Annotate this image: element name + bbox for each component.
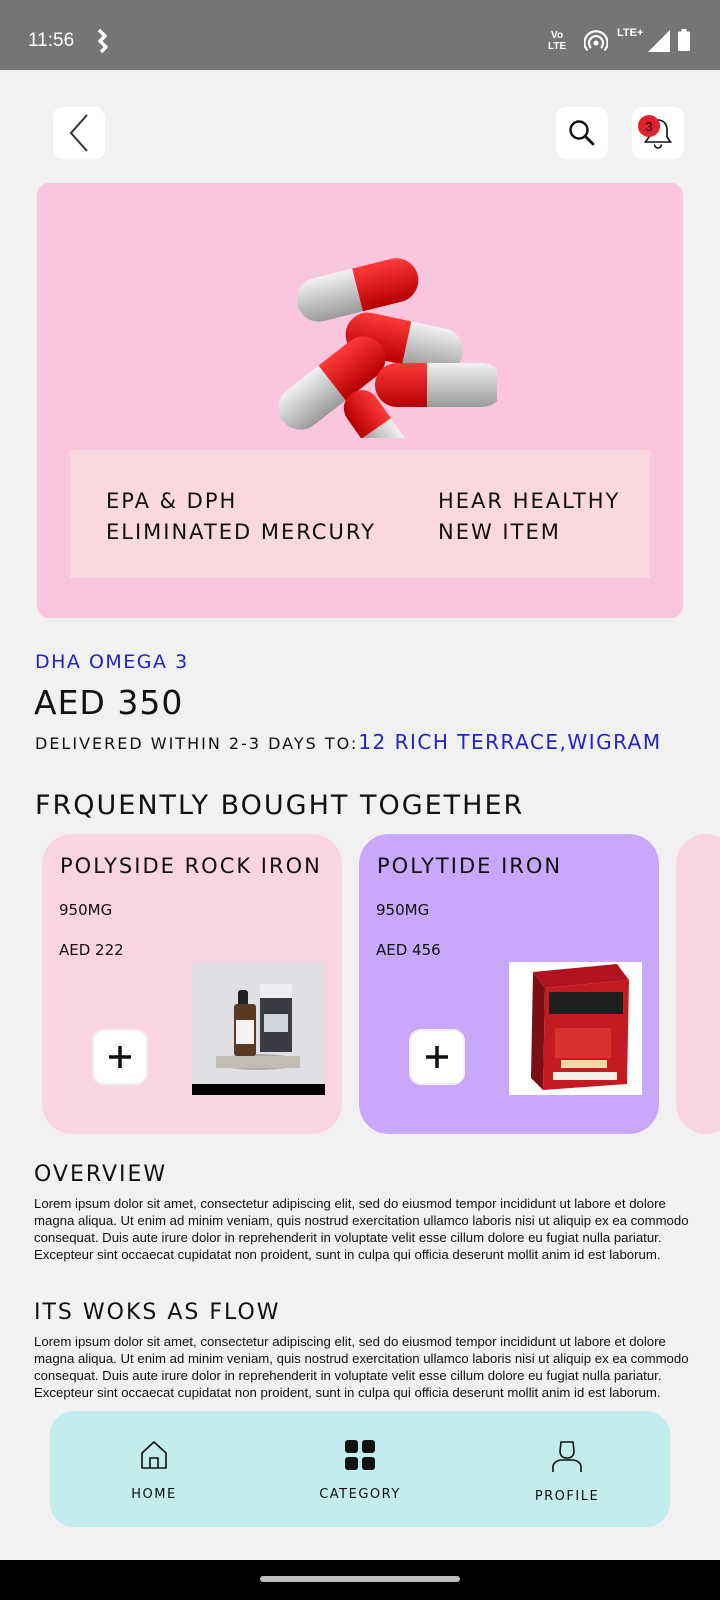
person-icon xyxy=(552,1441,582,1472)
overview-text: Lorem ipsum dolor sit amet, consectetur … xyxy=(34,1196,689,1262)
delivery-address-link[interactable]: 12 RICH TERRACE,WIGRAM xyxy=(358,730,661,754)
battery-icon xyxy=(678,29,690,51)
hotspot-icon xyxy=(584,30,608,52)
network-type: LTE+ xyxy=(617,27,644,39)
product-price: AED 350 xyxy=(34,683,184,722)
product-name: DHA OMEGA 3 xyxy=(35,651,189,673)
nav-label-home: HOME xyxy=(131,1487,177,1502)
nav-label-profile: PROFILE xyxy=(534,1489,600,1504)
product-card-partial[interactable] xyxy=(676,834,720,1134)
card-price: AED 222 xyxy=(59,941,124,959)
card-dose: 950MG xyxy=(59,901,113,919)
product-card[interactable]: POLYTIDE IRON 950MG AED 456 xyxy=(359,834,659,1134)
card-title: POLYSIDE ROCK IRON xyxy=(60,854,322,878)
hero-left-text: EPA & DPH ELIMINATED MERCURY xyxy=(106,489,376,544)
home-icon xyxy=(141,1441,167,1469)
volte-indicator: Vo LTE xyxy=(548,30,567,52)
system-navigation-bar xyxy=(0,1560,720,1600)
add-to-cart-button[interactable] xyxy=(92,1029,148,1085)
app-notification-icon xyxy=(97,28,108,54)
bottom-navigation: HOME CATEGORY PROFILE xyxy=(50,1411,670,1527)
capsule-pills-image xyxy=(278,258,497,438)
hero-right-text: HEAR HEALTHY NEW ITEM xyxy=(438,489,621,544)
section-title-frequently-bought: FRQUENTLY BOUGHT TOGETHER xyxy=(35,790,525,821)
dropper-bottle-image xyxy=(192,962,325,1095)
card-title: POLYTIDE IRON xyxy=(377,854,563,878)
section-title-overview: OVERVIEW xyxy=(34,1162,168,1187)
delivery-prefix: DELIVERED WITHIN 2-3 DAYS TO: xyxy=(35,734,359,753)
status-time: 11:56 xyxy=(28,30,75,51)
card-price: AED 456 xyxy=(376,941,441,959)
nav-item-category[interactable]: CATEGORY xyxy=(300,1439,420,1502)
back-button[interactable] xyxy=(53,107,105,159)
hero-info-panel: EPA & DPH ELIMINATED MERCURY HEAR HEALTH… xyxy=(70,450,650,578)
home-gesture-handle[interactable] xyxy=(260,1576,460,1582)
notifications-button[interactable]: 3 xyxy=(632,107,684,159)
flow-text: Lorem ipsum dolor sit amet, consectetur … xyxy=(34,1334,689,1400)
plus-icon xyxy=(109,1046,131,1068)
status-bar: 11:56 Vo LTE LTE+ xyxy=(0,0,720,70)
nav-item-home[interactable]: HOME xyxy=(94,1439,214,1502)
add-to-cart-button[interactable] xyxy=(409,1029,465,1085)
card-dose: 950MG xyxy=(376,901,430,919)
notification-badge: 3 xyxy=(638,115,660,137)
delivery-info: DELIVERED WITHIN 2-3 DAYS TO:12 RICH TER… xyxy=(35,730,662,754)
search-icon xyxy=(569,120,595,146)
plus-icon xyxy=(426,1046,448,1068)
nav-label-category: CATEGORY xyxy=(319,1487,401,1502)
grid-icon xyxy=(345,1440,375,1470)
nav-item-profile[interactable]: PROFILE xyxy=(507,1439,627,1504)
search-button[interactable] xyxy=(556,107,608,159)
hero-banner[interactable]: EPA & DPH ELIMINATED MERCURY HEAR HEALTH… xyxy=(37,183,683,618)
signal-icon xyxy=(648,30,670,52)
tensoplast-box-image xyxy=(509,962,642,1095)
chevron-left-icon xyxy=(69,114,88,152)
section-title-flow: ITS WOKS AS FLOW xyxy=(34,1300,281,1325)
product-card[interactable]: POLYSIDE ROCK IRON 950MG AED 222 xyxy=(42,834,342,1134)
